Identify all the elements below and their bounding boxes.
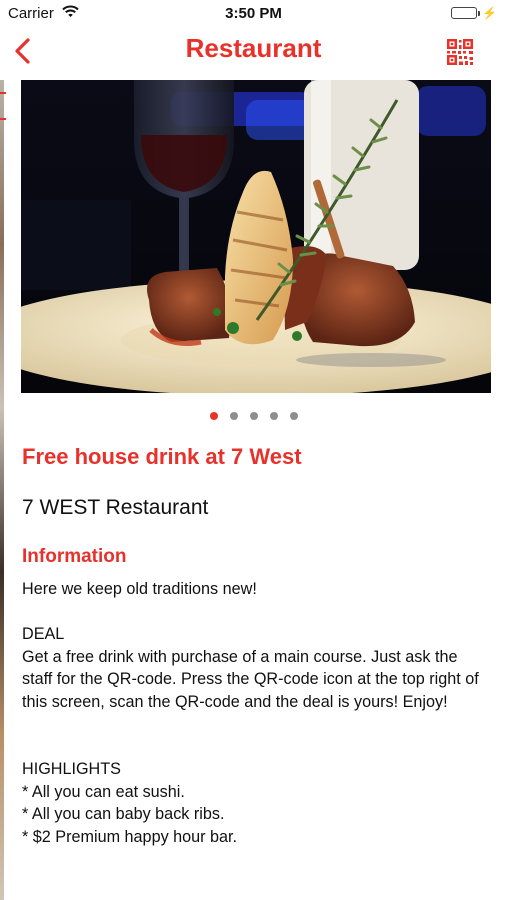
pager-dot[interactable]: [269, 412, 278, 420]
battery-icon: ⚡: [451, 6, 497, 20]
back-button[interactable]: [10, 36, 38, 66]
pager-dot[interactable]: [209, 412, 218, 420]
adjacent-page-preview: [0, 80, 4, 900]
qr-code-icon: [447, 39, 473, 65]
venue-name: 7 WEST Restaurant: [22, 496, 209, 519]
image-pager[interactable]: [0, 412, 507, 420]
navigation-bar: Restaurant: [0, 28, 507, 74]
deal-title: Free house drink at 7 West: [22, 444, 302, 469]
information-body: Here we keep old traditions new! DEAL Ge…: [22, 580, 479, 846]
deal-details: Free house drink at 7 West 7 WEST Restau…: [22, 440, 482, 848]
hero-image[interactable]: [21, 80, 491, 393]
clock-time: 3:50 PM: [225, 5, 282, 22]
adjacent-page-accent: [0, 118, 6, 120]
information-heading: Information: [22, 546, 127, 567]
pager-dot[interactable]: [229, 412, 238, 420]
pager-dot[interactable]: [289, 412, 298, 420]
plated-steak-dish-photo: [21, 80, 491, 393]
qr-code-button[interactable]: [447, 39, 473, 65]
pager-dot[interactable]: [249, 412, 258, 420]
charging-bolt-icon: ⚡: [482, 6, 497, 20]
status-bar: Carrier 3:50 PM ⚡: [0, 0, 507, 28]
chevron-left-icon: [15, 38, 30, 64]
page-title: Restaurant: [185, 33, 322, 63]
adjacent-page-accent: [0, 92, 6, 94]
